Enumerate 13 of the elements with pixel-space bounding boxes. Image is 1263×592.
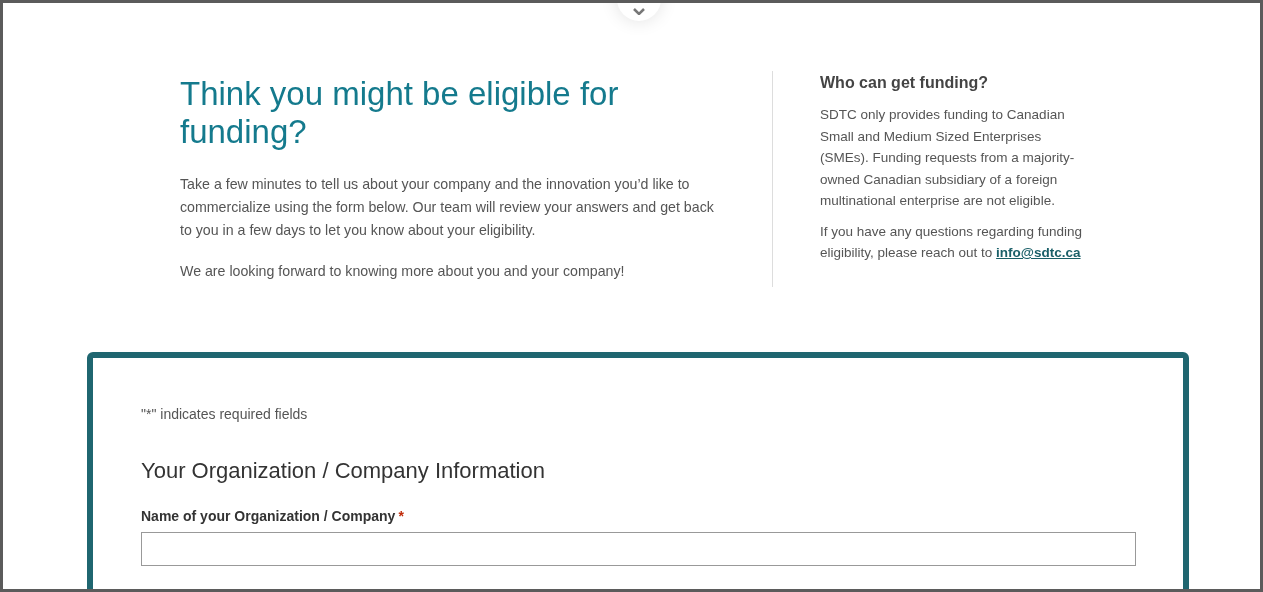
eligibility-paragraph: SDTC only provides funding to Canadian Small and Medium Sized Enterprises (SMEs). Funding requests from a majority-owned Canadian subsidiary of a foreign multinational enterprise are not eligible. (820, 106, 1076, 210)
field-label: Name of your Organization / Company (141, 508, 396, 524)
contact-paragraph: If you have any questions regarding funding eligibility, please reach out to info@sdtc.ca (820, 222, 1083, 262)
email-link[interactable]: info@sdtc.ca (996, 245, 1081, 260)
chevron-down-icon (633, 8, 645, 15)
required-note: "*" indicates required fields (141, 406, 309, 422)
input-field[interactable] (141, 532, 1136, 566)
section-title: Your Organization / Company Information (141, 458, 546, 484)
intro-paragraph: Take a few minutes to tell us about your company and the innovation you’d like to commercialize using the form below. Our team will review your answers and get back to you in a few days to let you know about your eligibility. (180, 175, 715, 240)
aside-heading: Who can get funding? (820, 74, 989, 92)
required-asterisk: * (398, 508, 404, 524)
page-heading: Think you might be eligible for funding? (180, 75, 620, 151)
intro-paragraph: We are looking forward to knowing more about you and your company! (180, 262, 626, 281)
